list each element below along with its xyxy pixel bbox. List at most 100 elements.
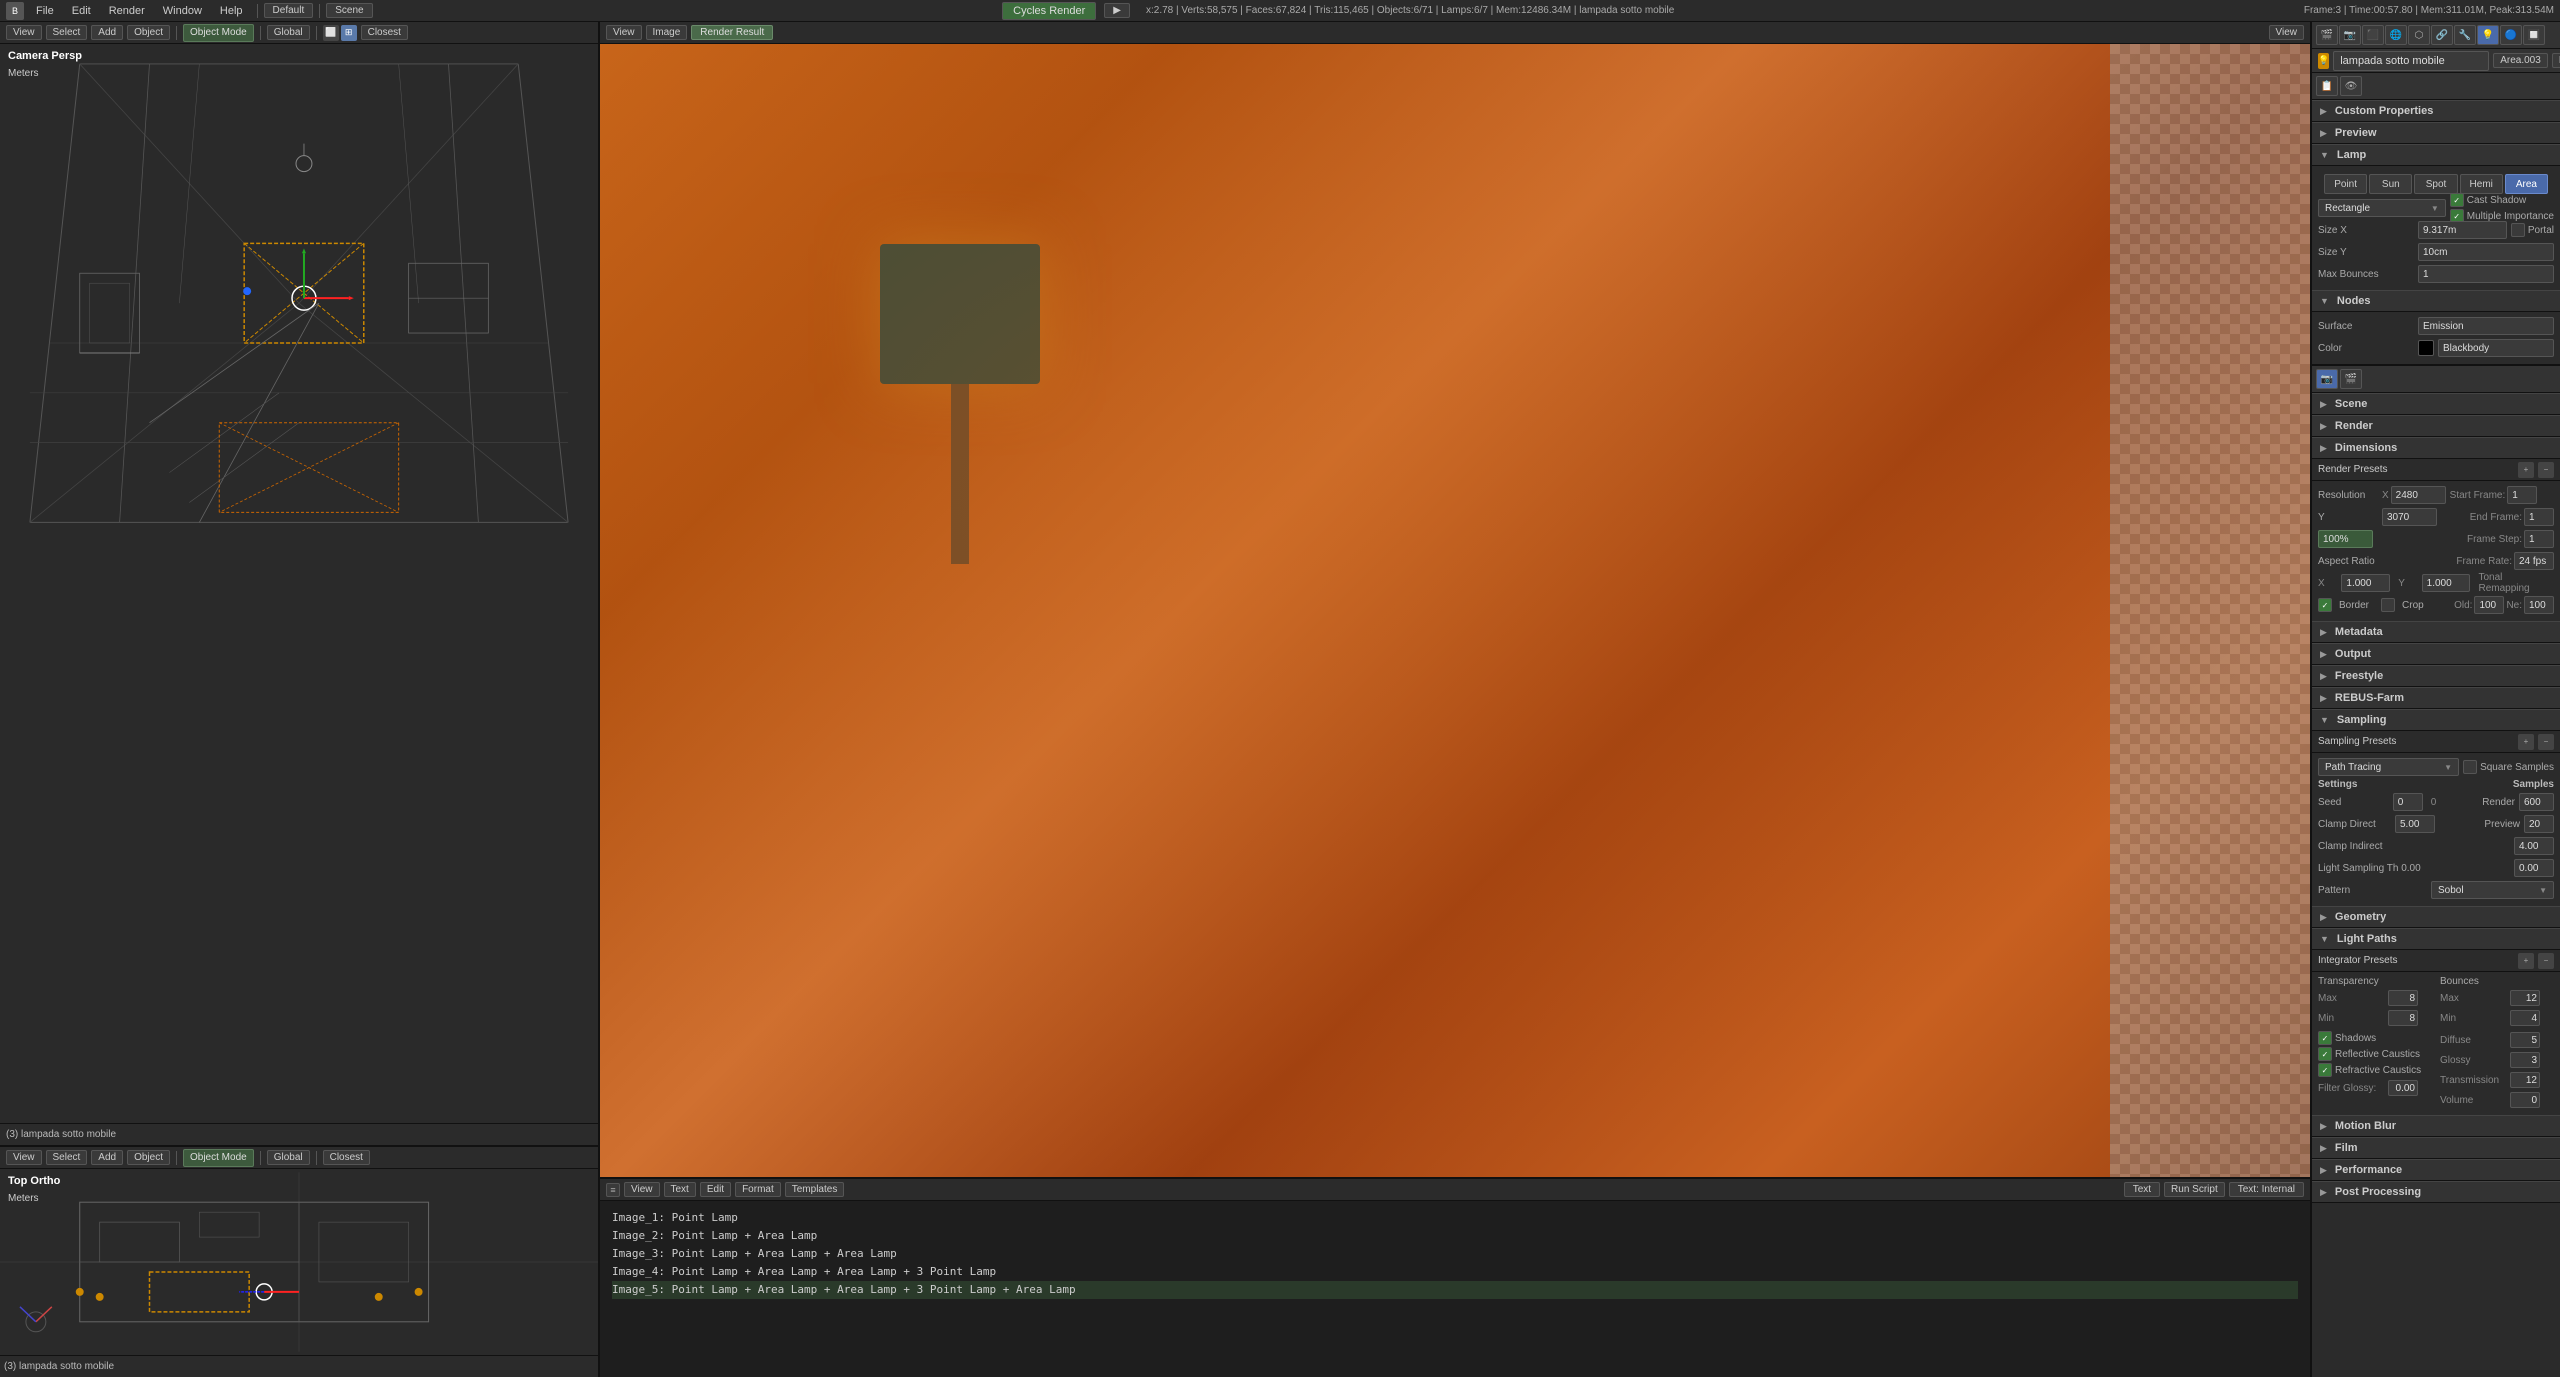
clamp-indirect-input[interactable]: 4.00 — [2514, 837, 2554, 855]
layers-icon[interactable]: ⬛ — [2362, 25, 2384, 45]
filter-glossy-val[interactable]: 0.00 — [2388, 1080, 2418, 1096]
int-presets-add[interactable]: + — [2518, 953, 2534, 969]
world-icon[interactable]: 🌐 — [2385, 25, 2407, 45]
sampling-section-header[interactable]: ▼ Sampling — [2312, 709, 2560, 731]
sampling-presets-add[interactable]: + — [2518, 734, 2534, 750]
view-btn[interactable]: View — [6, 25, 42, 40]
te-run-script-btn[interactable]: Run Script — [2164, 1182, 2225, 1197]
te-format-btn[interactable]: Format — [735, 1182, 781, 1197]
workspace-selector[interactable]: Default — [264, 3, 314, 18]
rebus-section[interactable]: ▶ REBUS-Farm — [2312, 687, 2560, 709]
sampling-presets-remove[interactable]: − — [2538, 734, 2554, 750]
method-selector[interactable]: Path Tracing ▼ — [2318, 758, 2459, 776]
bounces-min-val[interactable]: 4 — [2510, 1010, 2540, 1026]
aspect-x-input[interactable]: 1.000 — [2341, 574, 2390, 592]
te-edit-btn[interactable]: Edit — [700, 1182, 731, 1197]
bounces-max-val[interactable]: 12 — [2510, 990, 2540, 1006]
preview-section[interactable]: ▶ Preview — [2312, 122, 2560, 144]
text-editor-content[interactable]: Image_1: Point Lamp Image_2: Point Lamp … — [600, 1201, 2310, 1377]
old-input[interactable]: 100 — [2474, 596, 2504, 614]
res-pct-input[interactable]: 100% — [2318, 530, 2373, 548]
ne-input[interactable]: 100 — [2524, 596, 2554, 614]
output-section[interactable]: ▶ Output — [2312, 643, 2560, 665]
metadata-section[interactable]: ▶ Metadata — [2312, 621, 2560, 643]
res-x-input[interactable]: 2480 — [2391, 486, 2446, 504]
light-sampling-input[interactable]: 0.00 — [2514, 859, 2554, 877]
mode-selector-b[interactable]: Object Mode — [183, 1149, 254, 1167]
pattern-selector[interactable]: Sobol ▼ — [2431, 881, 2554, 899]
refractive-caustics-cb[interactable]: ✓ — [2318, 1063, 2332, 1077]
border-cb[interactable]: ✓ — [2318, 598, 2332, 612]
viewport-shade-icon[interactable]: ⬜ — [323, 25, 339, 41]
post-processing-section[interactable]: ▶ Post Processing — [2312, 1181, 2560, 1203]
portal-cb[interactable] — [2511, 223, 2525, 237]
data-icon[interactable]: 💡 — [2477, 25, 2499, 45]
image-btn-r[interactable]: Image — [646, 25, 688, 40]
menu-edit[interactable]: Edit — [64, 3, 99, 19]
global-btn[interactable]: Global — [267, 25, 310, 40]
nodes-section-header[interactable]: ▼ Nodes — [2312, 290, 2560, 312]
size-x-value[interactable]: 9.317m — [2418, 221, 2507, 239]
render-prop-icon[interactable]: 📷 — [2316, 369, 2338, 389]
trans-max-val[interactable]: 8 — [2388, 990, 2418, 1006]
object-btn[interactable]: Object — [127, 25, 170, 40]
frame-step-input[interactable]: 1 — [2524, 530, 2554, 548]
te-icon[interactable]: ≡ — [606, 1183, 620, 1197]
closest-btn-b[interactable]: Closest — [323, 1150, 370, 1165]
te-filename[interactable]: Text — [2124, 1182, 2160, 1197]
lamp-type-spot[interactable]: Spot — [2414, 174, 2457, 194]
render-engine-btn[interactable]: Cycles Render — [1002, 2, 1096, 20]
film-section[interactable]: ▶ Film — [2312, 1137, 2560, 1159]
lamp-type-hemi[interactable]: Hemi — [2460, 174, 2503, 194]
add-btn[interactable]: Add — [91, 25, 123, 40]
render-samples-input[interactable]: 600 — [2519, 793, 2554, 811]
lamp-type-sun[interactable]: Sun — [2369, 174, 2412, 194]
res-y-input[interactable]: 3070 — [2382, 508, 2437, 526]
te-text-btn[interactable]: Text — [664, 1182, 696, 1197]
global-btn-b[interactable]: Global — [267, 1150, 310, 1165]
scene-icon[interactable]: 🎬 — [2316, 25, 2338, 45]
scene-selector[interactable]: Scene — [326, 3, 372, 18]
custom-properties-section[interactable]: ▶ Custom Properties — [2312, 100, 2560, 122]
performance-section[interactable]: ▶ Performance — [2312, 1159, 2560, 1181]
render-icon[interactable]: 📷 — [2339, 25, 2361, 45]
light-paths-section-header[interactable]: ▼ Light Paths — [2312, 928, 2560, 950]
cast-shadow-cb[interactable]: ✓ — [2450, 193, 2464, 207]
preview-icon[interactable]: 👁 — [2340, 76, 2362, 96]
menu-help[interactable]: Help — [212, 3, 251, 19]
render-section-header[interactable]: ▶ Render — [2312, 415, 2560, 437]
constraints-icon[interactable]: 🔗 — [2431, 25, 2453, 45]
te-templates-btn[interactable]: Templates — [785, 1182, 845, 1197]
render-presets-remove[interactable]: − — [2538, 462, 2554, 478]
select-btn-b[interactable]: Select — [46, 1150, 88, 1165]
view-btn-r2[interactable]: View — [2269, 25, 2305, 40]
menu-file[interactable]: File — [28, 3, 62, 19]
lamp-type-area[interactable]: Area — [2505, 174, 2548, 194]
modifiers-icon[interactable]: 🔧 — [2454, 25, 2476, 45]
render-result-btn[interactable]: Render Result — [691, 25, 773, 40]
view-btn-r[interactable]: View — [606, 25, 642, 40]
diffuse-val[interactable]: 5 — [2510, 1032, 2540, 1048]
volume-val[interactable]: 0 — [2510, 1092, 2540, 1108]
int-presets-remove[interactable]: − — [2538, 953, 2554, 969]
seed-input[interactable]: 0 — [2393, 793, 2423, 811]
framerate-input[interactable]: 24 fps — [2514, 552, 2554, 570]
select-btn[interactable]: Select — [46, 25, 88, 40]
mode-selector[interactable]: Object Mode — [183, 24, 254, 42]
viewport-wire-icon[interactable]: ⊞ — [341, 25, 357, 41]
reflective-caustics-cb[interactable]: ✓ — [2318, 1047, 2332, 1061]
aspect-y-input[interactable]: 1.000 — [2422, 574, 2471, 592]
render-btn[interactable]: ▶ — [1104, 3, 1130, 18]
end-frame-input[interactable]: 1 — [2524, 508, 2554, 526]
object-icon[interactable]: ⬡ — [2408, 25, 2430, 45]
add-btn-b[interactable]: Add — [91, 1150, 123, 1165]
shape-selector[interactable]: Rectangle ▼ — [2318, 199, 2446, 217]
scene-section[interactable]: ▶ Scene — [2312, 393, 2560, 415]
area-preset-btn[interactable]: F — [2552, 53, 2560, 68]
surface-value[interactable]: Emission — [2418, 317, 2554, 335]
closest-btn[interactable]: Closest — [361, 25, 408, 40]
start-frame-input[interactable]: 1 — [2507, 486, 2537, 504]
render-presets-add[interactable]: + — [2518, 462, 2534, 478]
glossy-val[interactable]: 3 — [2510, 1052, 2540, 1068]
dimensions-section-header[interactable]: ▶ Dimensions — [2312, 437, 2560, 459]
